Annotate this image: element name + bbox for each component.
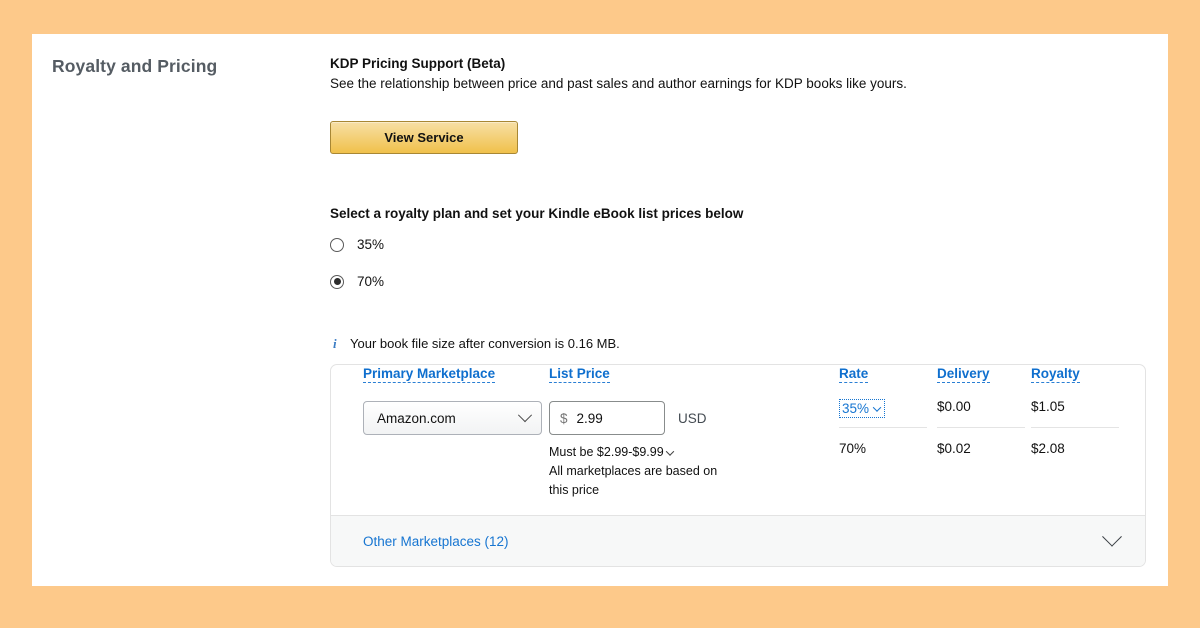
currency-symbol: $ (560, 410, 568, 426)
list-price-value: 2.99 (576, 410, 603, 426)
pricing-table-card: Primary Marketplace Amazon.com List Pric… (330, 364, 1146, 567)
column-marketplace: Primary Marketplace Amazon.com (363, 365, 542, 435)
header-royalty[interactable]: Royalty (1031, 366, 1080, 383)
price-note-line-1: All marketplaces are based on (549, 464, 718, 478)
chevron-down-small-icon[interactable] (665, 447, 674, 456)
marketplace-select-value: Amazon.com (377, 410, 456, 426)
price-field-row: $ 2.99 USD (549, 401, 734, 435)
file-size-notice-text: Your book file size after conversion is … (350, 336, 620, 351)
price-range-hint[interactable]: Must be $2.99-$9.99 (549, 445, 664, 459)
royalty-pricing-panel: Royalty and Pricing KDP Pricing Support … (32, 34, 1168, 586)
other-marketplaces-link[interactable]: Other Marketplaces (12) (363, 534, 509, 549)
currency-code-label: USD (678, 410, 707, 426)
view-service-button[interactable]: View Service (330, 121, 518, 154)
page-root: Royalty and Pricing KDP Pricing Support … (0, 0, 1200, 628)
list-price-input[interactable]: $ 2.99 (549, 401, 665, 435)
info-icon: i (333, 336, 337, 351)
price-hint: Must be $2.99-$9.99 All marketplaces are… (549, 443, 734, 500)
rate-cell-row-1: 35% (839, 399, 927, 425)
chevron-down-small-icon (872, 402, 882, 412)
rate-value-row-2: 70% (839, 441, 867, 456)
delivery-value-row-1: $0.00 (937, 399, 971, 414)
chevron-down-icon (517, 408, 533, 423)
kdp-support-description: See the relationship between price and p… (330, 76, 907, 91)
header-rate[interactable]: Rate (839, 366, 869, 383)
royalty-value-row-2: $2.08 (1031, 441, 1065, 456)
rate-value-row-1: 35% (842, 401, 870, 416)
pricing-table-body: Primary Marketplace Amazon.com List Pric… (331, 365, 1145, 515)
column-delivery: Delivery $0.00 $0.02 (937, 365, 1025, 456)
royalty-plan-prompt: Select a royalty plan and set your Kindl… (330, 206, 744, 221)
row-divider (937, 427, 1025, 428)
column-royalty: Royalty $1.05 $2.08 (1031, 365, 1119, 456)
file-size-notice: i Your book file size after conversion i… (330, 336, 1160, 352)
price-note-line-2: this price (549, 483, 600, 497)
other-marketplaces-row[interactable]: Other Marketplaces (12) (331, 515, 1145, 566)
radio-label-35: 35% (357, 237, 385, 252)
column-rate: Rate 35% 70% (839, 365, 927, 456)
delivery-value-row-2: $0.02 (937, 441, 971, 456)
radio-icon-70[interactable] (330, 274, 344, 289)
column-list-price: List Price $ 2.99 USD Must be $2.99-$9.9… (549, 365, 734, 500)
header-primary-marketplace[interactable]: Primary Marketplace (363, 366, 496, 383)
row-divider (839, 427, 927, 428)
rate-selector-35[interactable]: 35% (839, 399, 886, 418)
page-title: Royalty and Pricing (52, 56, 218, 76)
radio-option-35[interactable]: 35% (330, 237, 1160, 252)
row-divider (1031, 427, 1119, 428)
radio-label-70: 70% (357, 274, 385, 289)
radio-option-70[interactable]: 70% (330, 274, 1160, 289)
radio-icon-35[interactable] (330, 237, 344, 252)
content-column: KDP Pricing Support (Beta) See the relat… (330, 54, 1160, 567)
chevron-down-icon[interactable] (1102, 526, 1122, 547)
header-list-price[interactable]: List Price (549, 366, 610, 383)
header-delivery[interactable]: Delivery (937, 366, 990, 383)
royalty-value-row-1: $1.05 (1031, 399, 1065, 414)
marketplace-select[interactable]: Amazon.com (363, 401, 542, 435)
kdp-support-heading: KDP Pricing Support (Beta) (330, 56, 506, 71)
